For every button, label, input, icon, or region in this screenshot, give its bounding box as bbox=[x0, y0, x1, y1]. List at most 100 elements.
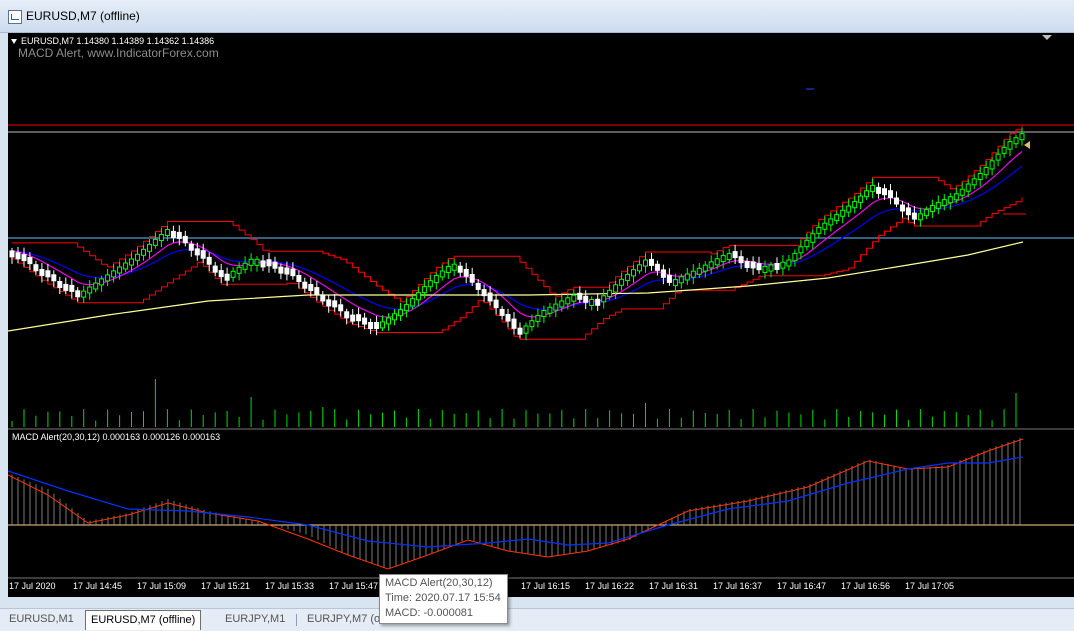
candle-body bbox=[750, 261, 756, 269]
time-axis-label: 17 Jul 16:15 bbox=[521, 581, 570, 591]
candle-body bbox=[541, 310, 547, 317]
candle-body bbox=[678, 276, 684, 284]
candle-body bbox=[744, 261, 750, 268]
candle-body bbox=[212, 265, 218, 273]
candle-body bbox=[63, 283, 69, 291]
candle-body bbox=[589, 299, 595, 306]
time-axis-label: 17 Jul 16:31 bbox=[649, 581, 698, 591]
tab-eurusd-m1[interactable]: EURUSD,M1 bbox=[4, 611, 79, 628]
time-axis-label: 17 Jul 15:33 bbox=[265, 581, 314, 591]
candle-body bbox=[338, 304, 344, 312]
candle-body bbox=[314, 287, 320, 295]
candle-body bbox=[230, 270, 236, 278]
time-axis-label: 17 Jul 15:09 bbox=[137, 581, 186, 591]
time-axis-label: 17 Jul 15:47 bbox=[329, 581, 378, 591]
candle-body bbox=[135, 253, 140, 261]
candle-body bbox=[947, 196, 953, 204]
tooltip-indicator: MACD Alert(20,30,12) bbox=[385, 577, 493, 589]
candle-body bbox=[577, 292, 583, 300]
candle-body bbox=[822, 222, 828, 230]
candle-body bbox=[45, 270, 51, 278]
candle-body bbox=[649, 258, 654, 266]
candle-body bbox=[457, 265, 463, 273]
candle-body bbox=[141, 248, 146, 256]
candle-body bbox=[1001, 146, 1007, 154]
candle-body bbox=[983, 167, 989, 176]
candle-body bbox=[768, 264, 774, 272]
tab-eurjpy-m7-offline[interactable]: EURJPY,M7 (o bbox=[302, 611, 385, 628]
candle-body bbox=[75, 290, 81, 298]
candle-body bbox=[654, 263, 660, 271]
candle-body bbox=[224, 273, 230, 281]
candle-body bbox=[392, 313, 397, 321]
candle-body bbox=[876, 186, 882, 194]
candle-body bbox=[965, 183, 971, 192]
candle-body bbox=[631, 269, 636, 277]
candle-body bbox=[780, 261, 786, 269]
candle-body bbox=[637, 264, 642, 272]
indicator-watermark: MACD Alert, www.IndicatorForex.com bbox=[18, 46, 219, 60]
candle-body bbox=[816, 226, 822, 234]
candle-body bbox=[834, 214, 840, 222]
candle-body bbox=[433, 275, 439, 284]
candle-body bbox=[756, 263, 762, 271]
candle-body bbox=[571, 294, 577, 302]
candle-body bbox=[188, 243, 194, 251]
candle-body bbox=[380, 321, 385, 329]
candle-body bbox=[272, 261, 278, 269]
candle-body bbox=[87, 286, 93, 294]
chart-canvas[interactable]: 17 Jul 2020 17 Jul 14:45 17 Jul 15:09 17 Ju… bbox=[8, 33, 1074, 597]
candle-body bbox=[368, 322, 374, 329]
current-price-marker bbox=[1024, 141, 1030, 149]
candle-body bbox=[625, 273, 631, 281]
candle-body bbox=[164, 229, 170, 236]
candle-body bbox=[386, 317, 391, 325]
candle-body bbox=[21, 254, 27, 262]
candle-body bbox=[27, 257, 33, 265]
candle-body bbox=[206, 256, 212, 265]
candle-body bbox=[905, 207, 911, 216]
candle-body bbox=[69, 284, 75, 292]
candle-body bbox=[218, 270, 224, 278]
candle-body bbox=[356, 314, 362, 322]
candle-body bbox=[792, 252, 798, 262]
candle-body bbox=[595, 298, 601, 306]
candle-body bbox=[344, 311, 350, 319]
candle-body bbox=[708, 261, 714, 269]
candle-body bbox=[535, 315, 541, 322]
candle-body bbox=[296, 275, 302, 282]
candle-body bbox=[302, 281, 308, 289]
time-axis-label: 17 Jul 14:45 bbox=[73, 581, 122, 591]
symbol-menu-arrow-icon[interactable] bbox=[11, 39, 17, 44]
candle-body bbox=[260, 260, 266, 268]
candle-body bbox=[445, 266, 451, 273]
candle-body bbox=[553, 303, 559, 311]
candle-body bbox=[977, 173, 983, 180]
candle-body bbox=[194, 248, 200, 256]
candle-body bbox=[607, 289, 613, 297]
tab-eurusd-m7-offline[interactable]: EURUSD,M7 (offline) bbox=[85, 610, 202, 630]
candle-body bbox=[935, 201, 941, 209]
candle-body bbox=[332, 300, 338, 308]
time-axis-label: 17 Jul 16:56 bbox=[841, 581, 890, 591]
candle-body bbox=[236, 266, 242, 274]
window-titlebar[interactable]: EURUSD,M7 (offline) bbox=[0, 0, 1074, 33]
candle-body bbox=[643, 259, 648, 267]
candle-body bbox=[421, 286, 427, 294]
time-axis-label: 17 Jul 16:47 bbox=[777, 581, 826, 591]
candle-body bbox=[517, 327, 523, 335]
candle-body bbox=[290, 268, 296, 277]
tab-eurjpy-m1[interactable]: EURJPY,M1 bbox=[220, 611, 290, 628]
candle-body bbox=[493, 299, 499, 309]
candle-body bbox=[840, 209, 846, 217]
chart-shift-arrow-icon[interactable] bbox=[1042, 35, 1052, 40]
candle-body bbox=[129, 258, 134, 266]
candle-body bbox=[123, 262, 129, 270]
candle-body bbox=[672, 279, 678, 287]
price-chart[interactable]: 17 Jul 2020 17 Jul 14:45 17 Jul 15:09 17 Ju… bbox=[8, 33, 1074, 597]
candle-body bbox=[660, 269, 666, 278]
candle-body bbox=[176, 231, 182, 239]
candle-body bbox=[565, 297, 571, 305]
macd-main-line bbox=[8, 456, 1024, 548]
chart-header: EURUSD,M7 1.14380 1.14389 1.14362 1.1438… bbox=[21, 36, 215, 46]
